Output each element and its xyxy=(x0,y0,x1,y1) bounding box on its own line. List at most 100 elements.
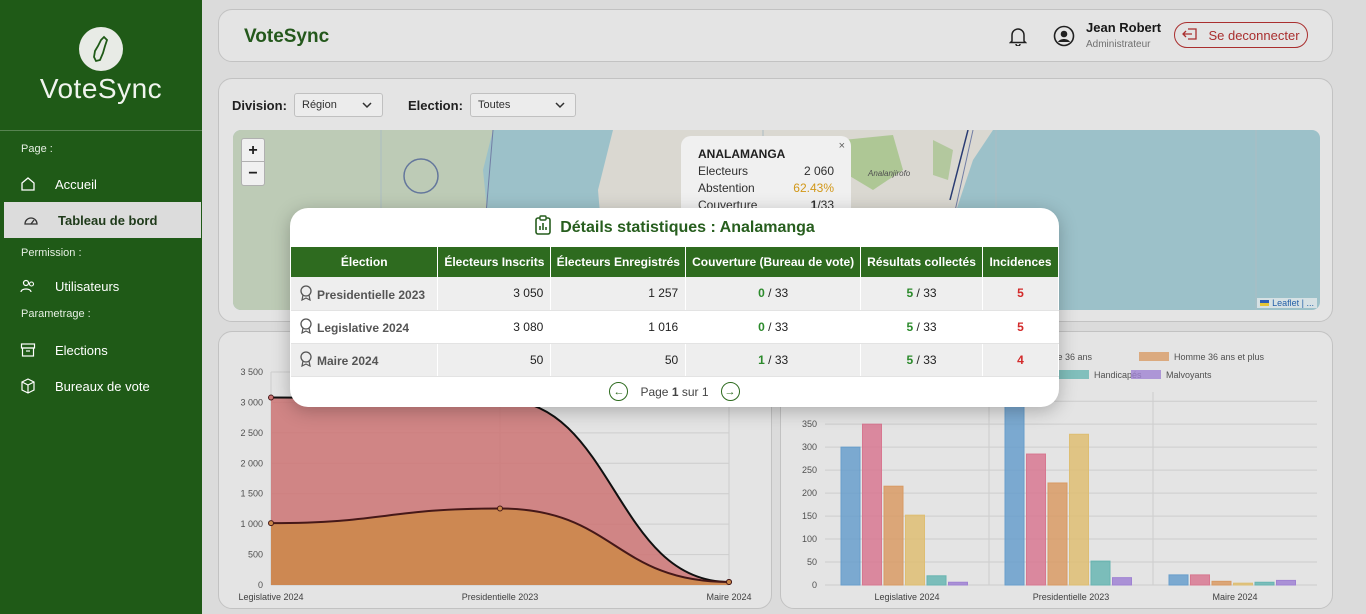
sidebar-item-elections[interactable]: Elections xyxy=(0,332,202,368)
cube-box-icon xyxy=(20,378,36,394)
legend-swatch xyxy=(1059,370,1089,379)
sidebar-item-bureaux-de-vote[interactable]: Bureaux de vote xyxy=(0,368,202,404)
y-tick-label: 1 000 xyxy=(240,519,263,529)
data-point xyxy=(726,578,732,585)
logout-icon xyxy=(1182,27,1198,43)
bar xyxy=(1276,579,1296,586)
bar xyxy=(1004,391,1025,586)
page-indicator: Page 1 sur 1 xyxy=(640,385,708,399)
user-name: Jean Robert xyxy=(1086,20,1162,35)
bell-icon[interactable] xyxy=(1008,26,1028,51)
table-header-row: Élection Électeurs Inscrits Électeurs En… xyxy=(291,247,1059,277)
leaflet-attribution[interactable]: Leaflet | ... xyxy=(1257,298,1317,308)
page-total: 1 xyxy=(701,384,709,399)
madagascar-logo-icon xyxy=(79,27,123,71)
y-tick-label: 1 500 xyxy=(240,489,263,499)
x-tick-label: Maire 2024 xyxy=(706,592,751,602)
page-prefix: Page xyxy=(640,384,672,399)
y-tick-label: 300 xyxy=(802,442,817,452)
column-header[interactable]: Incidences xyxy=(982,247,1059,277)
table-row: Presidentielle 2023 3 050 1 257 0 / 33 5… xyxy=(291,277,1059,311)
chevron-down-icon xyxy=(362,100,372,113)
bar xyxy=(1112,577,1132,586)
bar xyxy=(862,423,882,586)
x-tick-label: Maire 2024 xyxy=(1212,592,1257,602)
inscrits-cell: 3 050 xyxy=(437,277,552,311)
y-tick-label: 2 000 xyxy=(240,458,263,468)
sidebar-item-tableau-de-bord[interactable]: Tableau de bord xyxy=(4,202,201,238)
sidebar-item-label: Elections xyxy=(55,342,108,358)
inscrits-cell: 50 xyxy=(437,343,552,377)
column-header[interactable]: Élection xyxy=(291,247,439,277)
arrow-right-icon[interactable]: → xyxy=(720,382,740,401)
bar xyxy=(948,581,968,586)
election-name: Legislative 2024 xyxy=(317,321,410,335)
x-tick-label: Presidentielle 2023 xyxy=(1033,592,1110,602)
logout-button[interactable]: Se deconnecter xyxy=(1174,22,1308,48)
column-header[interactable]: Résultats collectés xyxy=(860,247,983,277)
logo-text: VoteSync xyxy=(39,73,163,104)
column-header[interactable]: Électeurs Enregistrés xyxy=(550,247,687,277)
data-point xyxy=(268,394,274,401)
legend-swatch xyxy=(1131,370,1161,379)
column-header[interactable]: Couverture (Bureau de vote) xyxy=(685,247,862,277)
table-row: Legislative 2024 3 080 1 016 0 / 33 5 / … xyxy=(291,310,1059,344)
sidebar-item-accueil[interactable]: Accueil xyxy=(0,166,202,202)
election-cell[interactable]: Maire 2024 xyxy=(291,343,439,377)
division-select[interactable]: Région xyxy=(294,93,383,117)
y-tick-label: 2 500 xyxy=(240,428,263,438)
bar xyxy=(926,575,947,586)
user-circle-icon[interactable] xyxy=(1053,25,1075,52)
resultats-cell: 5 / 33 xyxy=(860,277,983,311)
bar xyxy=(883,485,904,586)
flag-icon xyxy=(1260,300,1270,306)
couverture-value: 0 xyxy=(758,319,765,334)
division-value: Région xyxy=(302,99,337,111)
award-ribbon-icon xyxy=(299,351,317,368)
resultats-total: / 33 xyxy=(913,286,937,301)
couverture-value: 1 xyxy=(758,352,765,367)
division-label: Division: xyxy=(232,98,287,113)
page-sep: sur xyxy=(678,384,702,399)
incidences-cell: 5 xyxy=(982,277,1059,311)
y-tick-label: 0 xyxy=(812,580,817,590)
home-icon xyxy=(20,176,36,192)
popup-row: Electeurs 2 060 xyxy=(698,163,834,180)
couverture-total: / 33 xyxy=(764,352,789,367)
bar xyxy=(1190,574,1210,586)
sidebar-item-label: Bureaux de vote xyxy=(55,378,150,394)
arrow-left-icon[interactable]: ← xyxy=(609,382,629,401)
y-tick-label: 3 500 xyxy=(240,367,263,377)
inscrits-cell: 3 080 xyxy=(437,310,552,344)
sidebar-item-label: Tableau de bord xyxy=(58,212,158,228)
resultats-cell: 5 / 33 xyxy=(860,310,983,344)
bar xyxy=(1069,433,1089,586)
logo-area: VoteSync xyxy=(0,0,202,131)
stats-table: Élection Électeurs Inscrits Électeurs En… xyxy=(291,247,1059,377)
election-cell[interactable]: Presidentielle 2023 xyxy=(291,277,439,311)
y-tick-label: 150 xyxy=(802,511,817,521)
bar xyxy=(1233,582,1253,586)
zoom-out-button[interactable]: − xyxy=(242,162,264,185)
enregistres-cell: 1 016 xyxy=(550,310,687,344)
archive-box-icon xyxy=(20,342,36,358)
map-place-label: Analanjirofo xyxy=(867,169,911,178)
data-point xyxy=(268,520,274,527)
column-header[interactable]: Électeurs Inscrits xyxy=(437,247,552,277)
bar xyxy=(1211,580,1232,586)
x-tick-label: Legislative 2024 xyxy=(874,592,939,602)
modal-title: Détails statistiques : Analamanga xyxy=(290,208,1059,247)
couverture-value: 0 xyxy=(758,286,765,301)
election-label: Election: xyxy=(408,98,463,113)
election-cell[interactable]: Legislative 2024 xyxy=(291,310,439,344)
user-role: Administrateur xyxy=(1086,39,1151,50)
modal-title-text: Détails statistiques : Analamanga xyxy=(560,218,815,236)
election-select[interactable]: Toutes xyxy=(470,93,576,117)
award-ribbon-icon xyxy=(299,318,317,335)
chevron-down-icon xyxy=(555,100,565,113)
sidebar-item-utilisateurs[interactable]: Utilisateurs xyxy=(0,268,202,304)
close-icon[interactable]: × xyxy=(839,140,845,152)
incidences-cell: 5 xyxy=(982,310,1059,344)
zoom-in-button[interactable]: + xyxy=(242,139,264,162)
stats-modal: Détails statistiques : Analamanga Électi… xyxy=(290,208,1059,407)
